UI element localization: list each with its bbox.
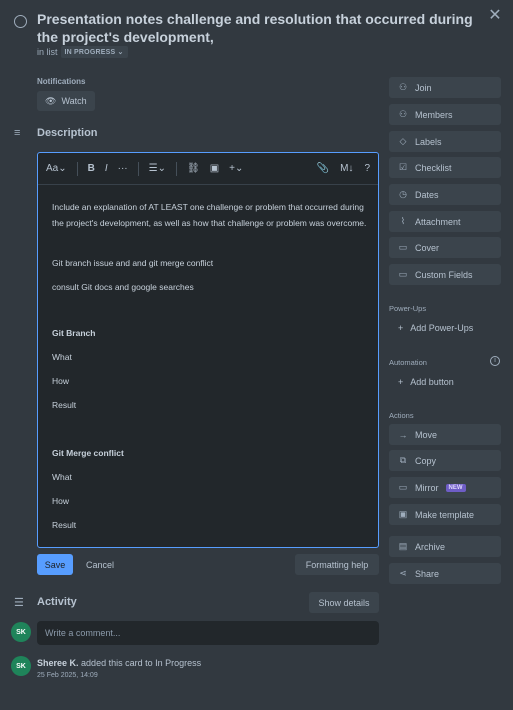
text-style-button[interactable]: Aa⌄ <box>46 163 67 174</box>
move-button[interactable]: → Move <box>389 424 501 445</box>
checkbox-icon: ☑ <box>398 162 408 172</box>
cover-button[interactable]: ▭ Cover <box>389 237 501 258</box>
eye-icon: 👁 <box>45 95 57 106</box>
avatar[interactable]: SK <box>11 622 31 642</box>
toolbar-divider <box>176 161 177 176</box>
checklist-button[interactable]: ☑ Checklist <box>389 157 501 178</box>
list-icon: ☰ <box>148 163 158 174</box>
card-title[interactable]: Presentation notes challenge and resolut… <box>37 10 477 46</box>
powerups-label: Power-Ups <box>389 304 427 313</box>
automation-label: Automation <box>389 358 427 367</box>
person-icon: ⚇ <box>398 82 408 92</box>
toolbar-divider <box>137 161 139 176</box>
help-icon[interactable]: ? <box>364 163 370 174</box>
join-button[interactable]: ⚇ Join <box>389 77 501 98</box>
members-button[interactable]: ⚇ Members <box>389 104 501 125</box>
description-icon: ≡ <box>14 127 21 139</box>
log-timestamp[interactable]: 25 Feb 2025, 14:09 <box>37 672 98 679</box>
make-template-button[interactable]: ▣ Make template <box>389 504 501 525</box>
in-list-prefix: in list <box>37 47 58 57</box>
cancel-button[interactable]: Cancel <box>86 554 114 575</box>
share-icon: ⋖ <box>399 568 407 578</box>
image-icon[interactable]: ▣ <box>210 163 219 174</box>
copy-icon: ⧉ <box>399 455 407 465</box>
actions-label: Actions <box>389 411 414 420</box>
mirror-icon: ▭ <box>398 482 408 492</box>
members-icon: ⚇ <box>398 109 408 119</box>
paragraph: What <box>52 472 72 482</box>
heading-git-merge-conflict: Git Merge conflict <box>52 448 124 458</box>
paragraph: What <box>52 352 72 362</box>
add-powerups-button[interactable]: + Add Power-Ups <box>389 317 473 338</box>
labels-button[interactable]: ◇ Labels <box>389 131 501 152</box>
clock-icon: ◷ <box>399 189 407 199</box>
new-badge: NEW <box>445 483 466 492</box>
cover-icon: ▭ <box>398 242 408 252</box>
copy-button[interactable]: ⧉ Copy <box>389 450 501 471</box>
markdown-icon[interactable]: M↓ <box>340 163 353 174</box>
list-name-badge[interactable]: IN PROGRESS ⌄ <box>60 46 128 58</box>
list-indicator: in list IN PROGRESS ⌄ <box>37 46 128 58</box>
template-icon: ▣ <box>398 509 408 519</box>
info-icon[interactable]: i <box>490 356 500 366</box>
paragraph: How <box>52 496 70 506</box>
tag-icon: ◇ <box>399 136 407 146</box>
more-formatting-button[interactable]: ··· <box>118 163 128 174</box>
paragraph: Git branch issue and and git merge confl… <box>52 258 214 268</box>
italic-button[interactable]: I <box>105 163 108 174</box>
show-details-button[interactable]: Show details <box>309 592 379 613</box>
plus-icon: + <box>398 376 404 387</box>
description-editor[interactable]: Aa⌄ B I ··· ☰⌄ ⛓ ▣ +⌄ 📎 M↓ ? Include an … <box>37 152 379 548</box>
paragraph: Include an explanation of AT LEAST one c… <box>52 202 367 228</box>
notifications-label: Notifications <box>37 77 86 86</box>
custom-fields-button[interactable]: ▭ Custom Fields <box>389 264 501 285</box>
paragraph: Result <box>52 400 77 410</box>
paragraph: consult Git docs and google searches <box>52 282 194 292</box>
formatting-help-button[interactable]: Formatting help <box>295 554 379 575</box>
watch-label: Watch <box>61 96 87 106</box>
log-user[interactable]: Sheree K. <box>37 658 79 668</box>
close-icon[interactable]: ✕ <box>487 8 503 24</box>
archive-icon: ▤ <box>398 541 408 551</box>
activity-log-entry: Sheree K. added this card to In Progress <box>37 658 201 668</box>
activity-icon: ☰ <box>14 597 24 609</box>
arrow-right-icon: → <box>398 429 408 440</box>
insert-button[interactable]: +⌄ <box>229 163 243 174</box>
add-button-button[interactable]: + Add button <box>389 371 454 392</box>
bold-button[interactable]: B <box>88 163 95 174</box>
archive-button[interactable]: ▤ Archive <box>389 536 501 557</box>
dates-button[interactable]: ◷ Dates <box>389 184 501 205</box>
watch-button[interactable]: 👁 Watch <box>37 91 95 111</box>
share-button[interactable]: ⋖ Share <box>389 563 501 584</box>
log-action: added this card to In Progress <box>81 658 202 668</box>
fields-icon: ▭ <box>398 269 408 279</box>
toolbar-divider <box>76 161 78 176</box>
mirror-button[interactable]: ▭ Mirror NEW <box>389 477 501 498</box>
save-button[interactable]: Save <box>37 554 73 575</box>
activity-title: Activity <box>37 596 77 608</box>
heading-git-branch: Git Branch <box>52 328 96 338</box>
attachment-button[interactable]: ⌇ Attachment <box>389 211 501 232</box>
paperclip-icon: ⌇ <box>400 216 406 226</box>
comment-input[interactable]: Write a comment... <box>37 621 379 645</box>
editor-toolbar: Aa⌄ B I ··· ☰⌄ ⛓ ▣ +⌄ 📎 M↓ ? <box>38 153 378 185</box>
paragraph: How <box>52 376 70 386</box>
paragraph: Result <box>52 520 77 530</box>
description-title: Description <box>37 127 98 139</box>
list-button[interactable]: ☰⌄ <box>149 163 166 174</box>
attachment-icon[interactable]: 📎 <box>317 163 329 174</box>
link-icon[interactable]: ⛓ <box>187 163 200 174</box>
avatar[interactable]: SK <box>11 656 31 676</box>
card-status-icon <box>14 15 27 28</box>
plus-icon: + <box>398 322 404 333</box>
